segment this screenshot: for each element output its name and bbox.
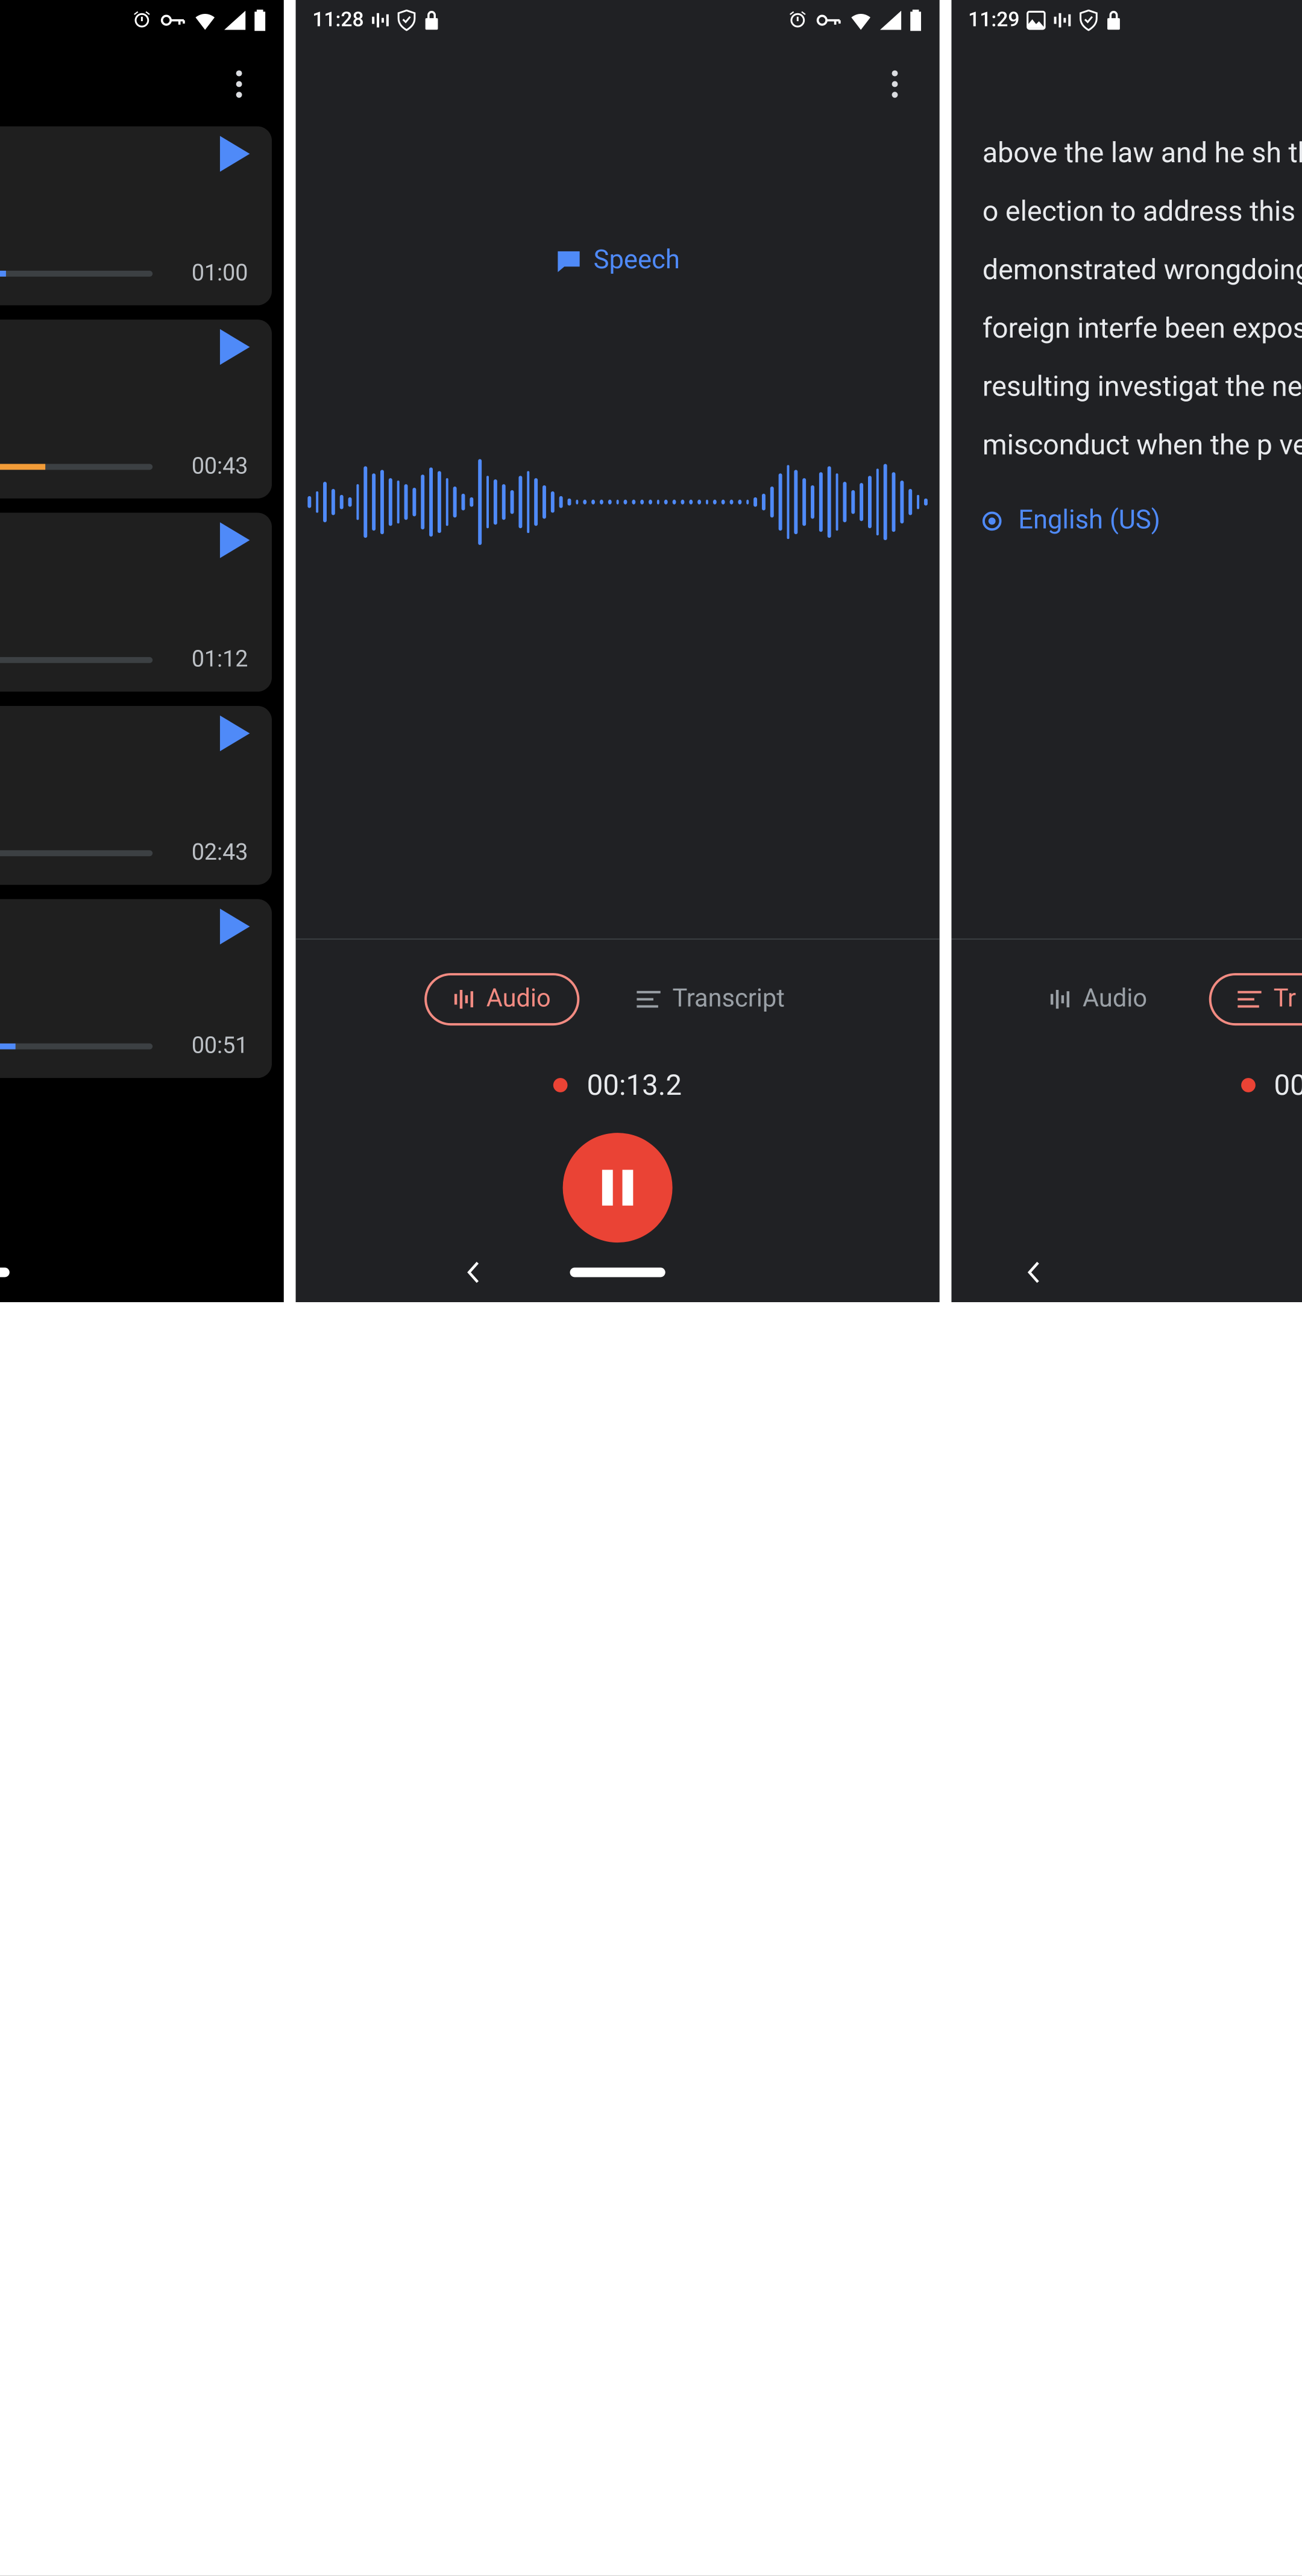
back-button[interactable] — [1023, 1262, 1045, 1283]
battery-icon — [908, 10, 923, 31]
radio-selected-icon — [983, 511, 1002, 531]
lock-icon — [1105, 10, 1122, 31]
recording-date: ec 17 — [0, 756, 248, 783]
speech-bubble-icon — [555, 247, 582, 274]
key-icon — [160, 12, 186, 29]
recording-duration: 01:12 — [192, 645, 248, 672]
play-icon[interactable] — [219, 716, 250, 751]
status-icons — [131, 10, 267, 31]
language-selector[interactable]: English (US) — [983, 506, 1302, 535]
recordings-list: ec 18 01:00 ec 18 00:43 019 ec 18 01:12 … — [0, 127, 284, 1078]
tab-transcript[interactable]: Transcript — [611, 975, 811, 1023]
recording-duration: 00:43 — [192, 452, 248, 479]
shield-icon — [397, 10, 417, 31]
recording-date: ec 18 — [0, 370, 248, 397]
recording-date: ec 18 — [0, 562, 248, 589]
recording-duration: 01:00 — [192, 259, 248, 286]
recording-card[interactable]: ec 5 00:51 — [0, 899, 272, 1078]
equalizer-icon — [371, 11, 390, 30]
alarm-icon — [787, 10, 808, 31]
shield-icon — [1079, 10, 1098, 31]
recording-indicator-icon — [1241, 1078, 1255, 1092]
recording-card[interactable]: ec 17 02:43 — [0, 706, 272, 885]
more-options-button[interactable] — [870, 60, 918, 107]
speech-label-text: Speech — [594, 245, 680, 275]
recording-audio-screen: 11:28 — [296, 0, 940, 1302]
progress-track — [0, 1044, 153, 1050]
tab-transcript-label: Tr — [1274, 985, 1296, 1013]
recording-timer: 00:13.2 — [296, 1068, 940, 1101]
alarm-icon — [131, 10, 153, 31]
nav-bar — [0, 1242, 284, 1302]
recording-card[interactable]: ec 18 00:43 — [0, 320, 272, 499]
tab-audio[interactable]: Audio — [424, 973, 579, 1025]
play-icon[interactable] — [219, 329, 250, 365]
app-bar — [296, 40, 940, 126]
home-pill[interactable] — [570, 1268, 665, 1277]
status-bar: 11:29 — [951, 0, 1302, 40]
progress-track — [0, 464, 153, 470]
recording-duration: 00:51 — [192, 1031, 248, 1059]
recording-timer: 00 — [951, 1068, 1302, 1101]
notes-icon — [637, 990, 661, 1009]
nav-bar — [296, 1242, 940, 1302]
nav-bar — [951, 1242, 1302, 1302]
clock: 11:28 — [312, 8, 363, 33]
timer-text: 00:13.2 — [587, 1068, 682, 1101]
recording-card[interactable]: ec 18 01:00 — [0, 127, 272, 306]
pause-button[interactable] — [563, 1133, 673, 1242]
recording-duration: 02:43 — [192, 839, 248, 866]
recording-transcript-screen: 11:29 above the law and he sh this as we… — [951, 0, 1302, 1302]
recording-indicator-icon — [553, 1078, 568, 1092]
tab-audio[interactable]: Audio — [1023, 975, 1173, 1023]
app-bar: dings — [0, 40, 284, 126]
more-vert-icon — [892, 70, 898, 97]
language-label: English (US) — [1018, 506, 1160, 535]
signal-icon — [224, 11, 246, 30]
battery-icon — [253, 10, 267, 31]
recording-date: ec 18 — [0, 177, 248, 204]
transcript-panel: above the law and he sh this as well. Co… — [951, 112, 1302, 535]
mode-tabs: Audio Tr — [951, 973, 1302, 1025]
status-bar: 11:28 — [296, 0, 940, 40]
recording-title: 019 — [0, 529, 248, 559]
play-icon[interactable] — [219, 522, 250, 558]
play-icon[interactable] — [219, 136, 250, 171]
image-icon — [1027, 11, 1046, 30]
play-icon[interactable] — [219, 909, 250, 944]
pause-icon — [602, 1170, 633, 1205]
tab-audio-label: Audio — [1083, 985, 1147, 1013]
sound-class-label: Speech — [296, 245, 940, 275]
clock: 11:29 — [968, 8, 1019, 33]
back-button[interactable] — [462, 1262, 484, 1283]
key-icon — [816, 12, 842, 29]
progress-track — [0, 657, 153, 663]
transcript-text: above the law and he sh this as well. Co… — [983, 124, 1302, 475]
lock-icon — [423, 10, 440, 31]
equalizer-icon — [453, 989, 474, 1010]
progress-track — [0, 850, 153, 856]
home-pill[interactable] — [0, 1268, 10, 1277]
tab-transcript-label: Transcript — [672, 985, 784, 1013]
bottom-panel: Audio Tr 00 — [951, 939, 1302, 1242]
tab-audio-label: Audio — [486, 985, 551, 1013]
equalizer-icon — [1049, 989, 1071, 1010]
wifi-icon — [849, 11, 873, 30]
timer-text: 00 — [1274, 1068, 1302, 1101]
progress-track — [0, 271, 153, 277]
wifi-icon — [193, 11, 217, 30]
more-vert-icon — [236, 70, 242, 97]
tab-transcript[interactable]: Tr — [1209, 973, 1302, 1025]
status-bar — [0, 0, 284, 40]
mode-tabs: Audio Transcript — [296, 973, 940, 1025]
bottom-panel: Audio Transcript 00:13.2 — [296, 939, 940, 1242]
notes-icon — [1238, 990, 1262, 1009]
equalizer-icon — [1053, 11, 1072, 30]
more-options-button[interactable] — [215, 60, 262, 107]
recording-date: ec 5 — [0, 949, 248, 977]
signal-icon — [880, 11, 902, 30]
waveform — [296, 418, 940, 585]
recordings-list-screen: dings ec 18 01:00 ec 18 00:43 019 ec 18 … — [0, 0, 284, 1302]
recording-card[interactable]: 019 ec 18 01:12 — [0, 513, 272, 692]
